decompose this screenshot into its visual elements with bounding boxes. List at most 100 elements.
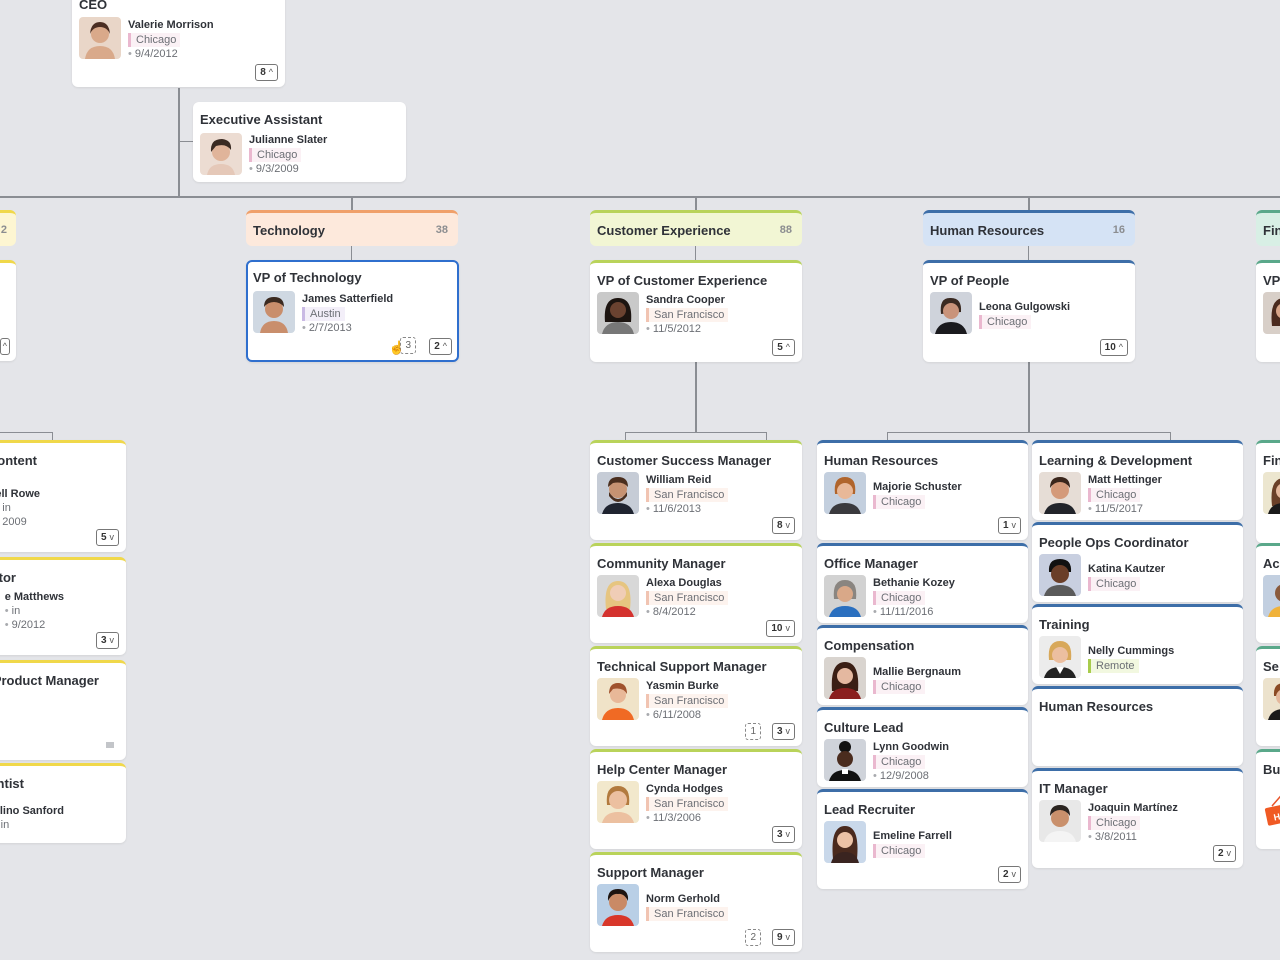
hr-report-card[interactable]: Compensation Mallie Bergnaum Chicago [817, 625, 1028, 705]
position-title: Bu [1263, 762, 1280, 777]
cx-report-card[interactable]: Support Manager Norm Gerhold San Francis… [590, 852, 802, 952]
product-report-card[interactable]: Product Manager [0, 660, 126, 760]
location-tag: Chicago [1088, 816, 1141, 830]
chevron-down-icon: v [785, 932, 791, 942]
report-count: 8 [260, 67, 266, 78]
hr-report-card[interactable]: Office Manager Bethanie Kozey Chicago 11… [817, 543, 1028, 623]
ceo-card[interactable]: CEO Valerie Morrison Chicago 9/4/2012 8^ [72, 0, 285, 87]
person-name: Leona Gulgowski [979, 301, 1071, 313]
collapse-reports-button[interactable]: 10 ^ [1099, 339, 1128, 356]
connector [179, 141, 194, 142]
location-tag: Chicago [1088, 577, 1141, 591]
person-info: Cynda Hodges San Francisco 11/3/2006 [646, 782, 729, 825]
hr-report-card[interactable]: Culture Lead Lynn Goodwin Chicago 12/9/2… [817, 707, 1028, 787]
expand-reports-button[interactable]: 5v [95, 529, 119, 546]
position-title: VP of People [930, 273, 1010, 288]
hr-vacant-card[interactable]: Human Resources [1032, 686, 1243, 766]
report-count: 10 [1104, 342, 1116, 353]
position-title: Compensation [824, 638, 915, 653]
open-roles-count: 3 [405, 340, 411, 351]
finance-report-card[interactable]: Fin [1256, 440, 1280, 543]
hr-report-card[interactable]: People Ops Coordinator Katina Kautzer Ch… [1032, 522, 1243, 602]
exec-assistant-card[interactable]: Executive Assistant Julianne Slater Chic… [193, 102, 406, 182]
product-report-card[interactable]: tor e Matthews in 9/2012 3v [0, 557, 126, 655]
department-header-customer-experience[interactable]: Customer Experience 88 [590, 210, 802, 246]
position-title: VP of Technology [253, 270, 362, 285]
position-title: Executive Assistant [200, 112, 323, 127]
hr-report-card[interactable]: IT Manager Joaquin Martínez Chicago 3/8/… [1032, 768, 1243, 868]
location-text: in [0, 501, 40, 515]
finance-report-card[interactable]: Bu HI [1256, 749, 1280, 849]
expand-reports-button[interactable]: 9v [771, 929, 795, 946]
start-date: 11/5/2012 [646, 322, 728, 336]
chevron-up-icon: ^ [2, 341, 7, 351]
expand-reports-button[interactable]: 2v [997, 866, 1021, 883]
location-tag: Chicago [249, 148, 302, 162]
position-title: Learning & Development [1039, 453, 1193, 468]
technology-vp-card[interactable]: VP of Technology James Satterfield Austi… [246, 260, 459, 362]
person-info: Nelly Cummings Remote [1088, 644, 1174, 673]
hr-report-card[interactable]: Learning & Development Matt Hettinger Ch… [1032, 440, 1243, 520]
start-date: 3/8/2011 [1088, 830, 1178, 844]
collapse-reports-button[interactable]: 8 ^ [255, 64, 278, 81]
collapse-reports-button[interactable]: ^ [0, 338, 10, 355]
department-name: Customer Experience [597, 223, 731, 238]
person-name: Cynda Hodges [646, 783, 724, 795]
position-title: CEO [79, 0, 108, 12]
expand-reports-button[interactable]: 2v [1212, 845, 1236, 862]
open-roles-button[interactable]: 2 [745, 929, 761, 946]
expand-reports-button[interactable]: 3v [95, 632, 119, 649]
expand-reports-button[interactable]: 3v [771, 826, 795, 843]
cx-vp-card[interactable]: VP of Customer Experience Sandra Cooper … [590, 260, 802, 362]
department-header-human-resources[interactable]: Human Resources 16 [923, 210, 1135, 246]
person-info: Matt Hettinger Chicago 11/5/2017 [1088, 473, 1162, 516]
collapse-reports-button[interactable]: 2 ^ [429, 338, 452, 355]
location-tag: San Francisco [646, 591, 729, 605]
open-roles-button[interactable]: 1 [745, 723, 761, 740]
expand-reports-button[interactable]: 10 v [766, 620, 795, 637]
person-info: Katina Kautzer Chicago [1088, 562, 1165, 591]
product-report-card[interactable]: ntist elino Sanford in [0, 763, 126, 843]
person-info: Majorie Schuster Chicago [873, 480, 962, 509]
position-title: VP of Customer Experience [597, 273, 768, 288]
chevron-up-icon: ^ [1118, 342, 1123, 352]
person-name: James Satterfield [302, 293, 394, 305]
department-header-product[interactable]: 2 [0, 210, 16, 246]
product-vp-card[interactable]: ^ [0, 260, 16, 361]
report-count: 8 [776, 520, 783, 531]
position-title: VP [1263, 273, 1280, 288]
finance-vp-card[interactable]: VP [1256, 260, 1280, 362]
collapse-reports-button[interactable]: 5 ^ [772, 339, 795, 356]
hr-vp-card[interactable]: VP of People Leona Gulgowski Chicago 10 ^ [923, 260, 1135, 362]
cx-report-card[interactable]: Community Manager Alexa Douglas San Fran… [590, 543, 802, 643]
cx-report-card[interactable]: Technical Support Manager Yasmin Burke S… [590, 646, 802, 746]
location-tag: Chicago [873, 495, 926, 509]
department-name: Technology [253, 223, 325, 238]
department-header-finance[interactable]: Fin [1256, 210, 1280, 246]
notes-icon [106, 742, 114, 748]
person-name: Alexa Douglas [646, 577, 722, 589]
department-header-technology[interactable]: Technology 38 [246, 210, 458, 246]
department-count: 16 [1112, 224, 1125, 236]
finance-report-card[interactable]: Se [1256, 646, 1280, 746]
report-count: 9 [776, 932, 783, 943]
product-report-card[interactable]: ontent ell Rowe in 2009 5v [0, 440, 126, 552]
expand-reports-button[interactable]: 8v [771, 517, 795, 534]
finance-report-card[interactable]: Ac [1256, 543, 1280, 643]
avatar [1039, 472, 1081, 514]
start-date: 11/6/2013 [646, 502, 728, 516]
expand-reports-button[interactable]: 3v [771, 723, 795, 740]
cx-report-card[interactable]: Help Center Manager Cynda Hodges San Fra… [590, 749, 802, 849]
hr-report-card[interactable]: Training Nelly Cummings Remote [1032, 604, 1243, 684]
person-name: Valerie Morrison [128, 19, 214, 31]
location-tag: Chicago [128, 33, 181, 47]
expand-reports-button[interactable]: 1v [997, 517, 1021, 534]
person-info: elino Sanford in [0, 804, 64, 832]
hr-report-card[interactable]: Human Resources Majorie Schuster Chicago… [817, 440, 1028, 540]
cx-report-card[interactable]: Customer Success Manager William Reid Sa… [590, 440, 802, 540]
connector [1028, 362, 1030, 433]
chevron-down-icon: v [1011, 520, 1017, 530]
hr-report-card[interactable]: Lead Recruiter Emeline Farrell Chicago 2… [817, 789, 1028, 889]
department-name: Fin [1263, 223, 1280, 238]
position-title: Ac [1263, 556, 1280, 571]
